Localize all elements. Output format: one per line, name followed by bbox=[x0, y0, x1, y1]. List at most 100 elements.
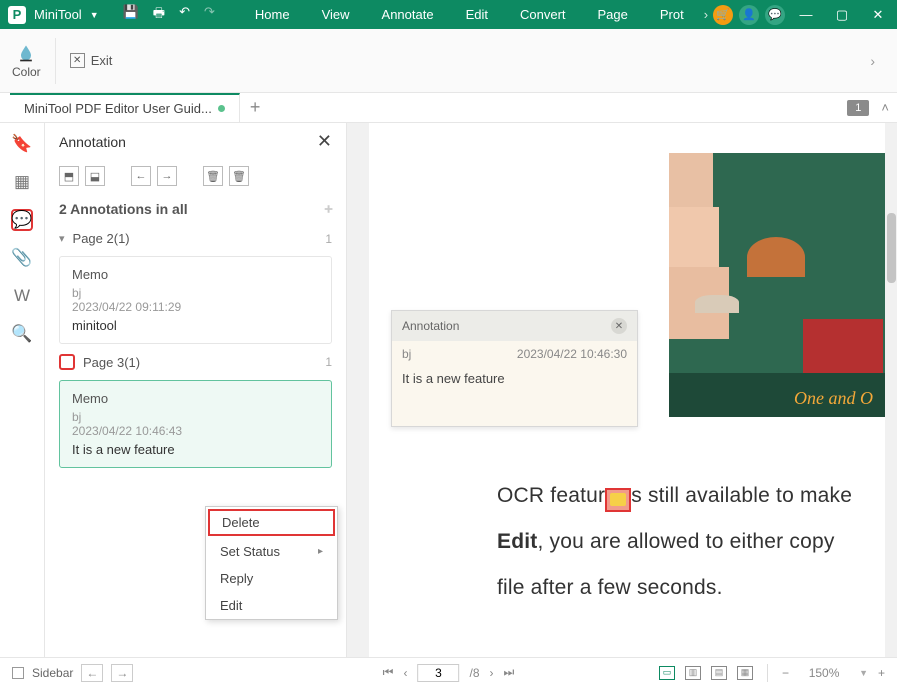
view-continuous-icon[interactable]: ▥ bbox=[685, 666, 701, 680]
view-facing-icon[interactable]: ▤ bbox=[711, 666, 727, 680]
annotation-author: bj bbox=[72, 410, 319, 424]
next-annotation-icon[interactable]: → bbox=[157, 166, 177, 186]
menu-page[interactable]: Page bbox=[582, 7, 644, 22]
annotation-panel-title: Annotation bbox=[59, 134, 126, 150]
feedback-icon[interactable]: 💬 bbox=[765, 5, 785, 25]
popup-title: Annotation bbox=[402, 319, 459, 333]
minimize-button[interactable]: — bbox=[791, 1, 821, 29]
annotation-group-page2[interactable]: ▾ Page 2(1) 1 bbox=[45, 225, 346, 252]
app-brand: MiniTool bbox=[34, 7, 82, 22]
context-menu-edit[interactable]: Edit bbox=[206, 592, 337, 619]
view-facing-cont-icon[interactable]: ▦ bbox=[737, 666, 753, 680]
redo-icon[interactable]: ↷ bbox=[204, 4, 215, 26]
document-page: One and O Annotation ✕ bj 2023/04/22 10:… bbox=[369, 123, 885, 657]
group-marker-icon bbox=[59, 354, 75, 370]
menu-edit[interactable]: Edit bbox=[450, 7, 504, 22]
collapse-all-icon[interactable]: ⬓ bbox=[85, 166, 105, 186]
exit-button[interactable]: ✕ Exit bbox=[70, 53, 113, 68]
bookmark-icon[interactable]: 🔖 bbox=[11, 133, 33, 155]
annotation-card[interactable]: Memo bj 2023/04/22 09:11:29 minitool bbox=[59, 256, 332, 344]
next-page-side-icon[interactable]: → bbox=[111, 664, 133, 682]
status-bar: Sidebar ← → ⏮ ‹ /8 › ⏭ ▭ ▥ ▤ ▦ − 150% ▼ … bbox=[0, 657, 897, 687]
save-icon[interactable]: 💾 bbox=[123, 4, 139, 26]
ribbon-scroll-right-icon[interactable]: › bbox=[860, 43, 885, 79]
annotation-author: bj bbox=[72, 286, 319, 300]
annotation-toolbar: ⬒ ⬓ ← → 🗑 🗑 bbox=[45, 160, 346, 192]
attachments-icon[interactable]: 📎 bbox=[11, 247, 33, 269]
annotations-icon[interactable]: 💬 bbox=[11, 209, 33, 231]
annotation-group-page3[interactable]: Page 3(1) 1 bbox=[45, 348, 346, 376]
context-menu: Delete Set Status▸ Reply Edit bbox=[205, 506, 338, 620]
context-menu-reply[interactable]: Reply bbox=[206, 565, 337, 592]
document-text: OCR featurs still available to make Edit… bbox=[497, 473, 885, 612]
menu-protect[interactable]: Prot bbox=[644, 7, 700, 22]
document-tab-active[interactable]: MiniTool PDF Editor User Guid... bbox=[10, 93, 240, 122]
color-drop-icon bbox=[15, 43, 37, 63]
menu-view[interactable]: View bbox=[306, 7, 366, 22]
prev-annotation-icon[interactable]: ← bbox=[131, 166, 151, 186]
sidebar-label: Sidebar bbox=[32, 666, 73, 680]
zoom-out-icon[interactable]: − bbox=[782, 666, 789, 680]
comment-marker-icon[interactable] bbox=[605, 488, 631, 512]
expand-all-icon[interactable]: ⬒ bbox=[59, 166, 79, 186]
text-fragment-bold: Edit bbox=[497, 530, 537, 553]
chevron-down-icon: ▾ bbox=[59, 232, 65, 245]
print-icon[interactable]: 🖶 bbox=[153, 4, 165, 26]
annotation-group-label: Page 2(1) bbox=[73, 231, 130, 246]
brand-dropdown-icon[interactable]: ▼ bbox=[90, 10, 99, 20]
document-viewport[interactable]: One and O Annotation ✕ bj 2023/04/22 10:… bbox=[347, 123, 897, 657]
total-pages-label: /8 bbox=[469, 666, 479, 680]
prev-page-side-icon[interactable]: ← bbox=[81, 664, 103, 682]
annotation-card-selected[interactable]: Memo bj 2023/04/22 10:46:43 It is a new … bbox=[59, 380, 332, 468]
sidebar-checkbox[interactable] bbox=[12, 667, 24, 679]
maximize-button[interactable]: ▢ bbox=[827, 1, 857, 29]
color-tool[interactable]: Color bbox=[12, 43, 41, 79]
search-icon[interactable]: 🔍 bbox=[11, 323, 33, 345]
annotation-popup[interactable]: Annotation ✕ bj 2023/04/22 10:46:30 It i… bbox=[391, 310, 638, 427]
menu-home[interactable]: Home bbox=[239, 7, 306, 22]
text-fragment: file after a few seconds. bbox=[497, 565, 885, 611]
ribbon: Color ✕ Exit › bbox=[0, 29, 897, 93]
annotation-title: Memo bbox=[72, 267, 319, 282]
annotation-panel-close-icon[interactable]: ✕ bbox=[317, 131, 332, 152]
popup-close-icon[interactable]: ✕ bbox=[611, 318, 627, 334]
text-fragment: OCR featur bbox=[497, 484, 605, 507]
page-number-input[interactable] bbox=[417, 664, 459, 682]
side-rail: 🔖 ▦ 💬 📎 W 🔍 bbox=[0, 123, 45, 657]
next-page-icon[interactable]: › bbox=[490, 666, 494, 680]
popup-author: bj bbox=[402, 347, 411, 361]
delete-all-annotations-icon[interactable]: 🗑 bbox=[229, 166, 249, 186]
first-page-icon[interactable]: ⏮ bbox=[383, 665, 394, 680]
context-menu-set-status[interactable]: Set Status▸ bbox=[206, 538, 337, 565]
word-icon[interactable]: W bbox=[11, 285, 33, 307]
annotation-body: minitool bbox=[72, 318, 319, 333]
main-area: 🔖 ▦ 💬 📎 W 🔍 Annotation ✕ ⬒ ⬓ ← → 🗑 🗑 bbox=[0, 123, 897, 657]
annotation-count-label: 2 Annotations in all bbox=[59, 201, 188, 217]
annotation-group-count: 1 bbox=[325, 232, 332, 246]
scrollbar-thumb[interactable] bbox=[887, 213, 896, 283]
prev-page-icon[interactable]: ‹ bbox=[403, 666, 407, 680]
menu-annotate[interactable]: Annotate bbox=[366, 7, 450, 22]
context-menu-delete[interactable]: Delete bbox=[208, 509, 335, 536]
vertical-scrollbar[interactable] bbox=[885, 123, 897, 657]
popup-timestamp: 2023/04/22 10:46:30 bbox=[517, 347, 627, 361]
document-image: One and O bbox=[669, 153, 885, 417]
last-page-icon[interactable]: ⏭ bbox=[504, 665, 515, 680]
menu-overflow-icon[interactable]: › bbox=[700, 7, 712, 22]
visibility-toggle-icon[interactable]: ᚐ bbox=[325, 200, 332, 217]
menu-convert[interactable]: Convert bbox=[504, 7, 582, 22]
collapse-icon[interactable]: ˄ bbox=[873, 100, 897, 115]
annotation-group-label: Page 3(1) bbox=[83, 355, 140, 370]
add-tab-button[interactable]: + bbox=[240, 97, 271, 118]
account-icon[interactable]: 👤 bbox=[739, 5, 759, 25]
view-single-icon[interactable]: ▭ bbox=[659, 666, 675, 680]
close-window-button[interactable]: ✕ bbox=[863, 1, 893, 29]
delete-annotation-icon[interactable]: 🗑 bbox=[203, 166, 223, 186]
zoom-in-icon[interactable]: + bbox=[878, 666, 885, 680]
undo-icon[interactable]: ↶ bbox=[179, 4, 190, 26]
submenu-arrow-icon: ▸ bbox=[318, 546, 323, 557]
thumbnails-icon[interactable]: ▦ bbox=[11, 171, 33, 193]
annotation-title: Memo bbox=[72, 391, 319, 406]
zoom-dropdown-icon[interactable]: ▼ bbox=[859, 668, 868, 678]
cart-icon[interactable]: 🛒 bbox=[713, 5, 733, 25]
